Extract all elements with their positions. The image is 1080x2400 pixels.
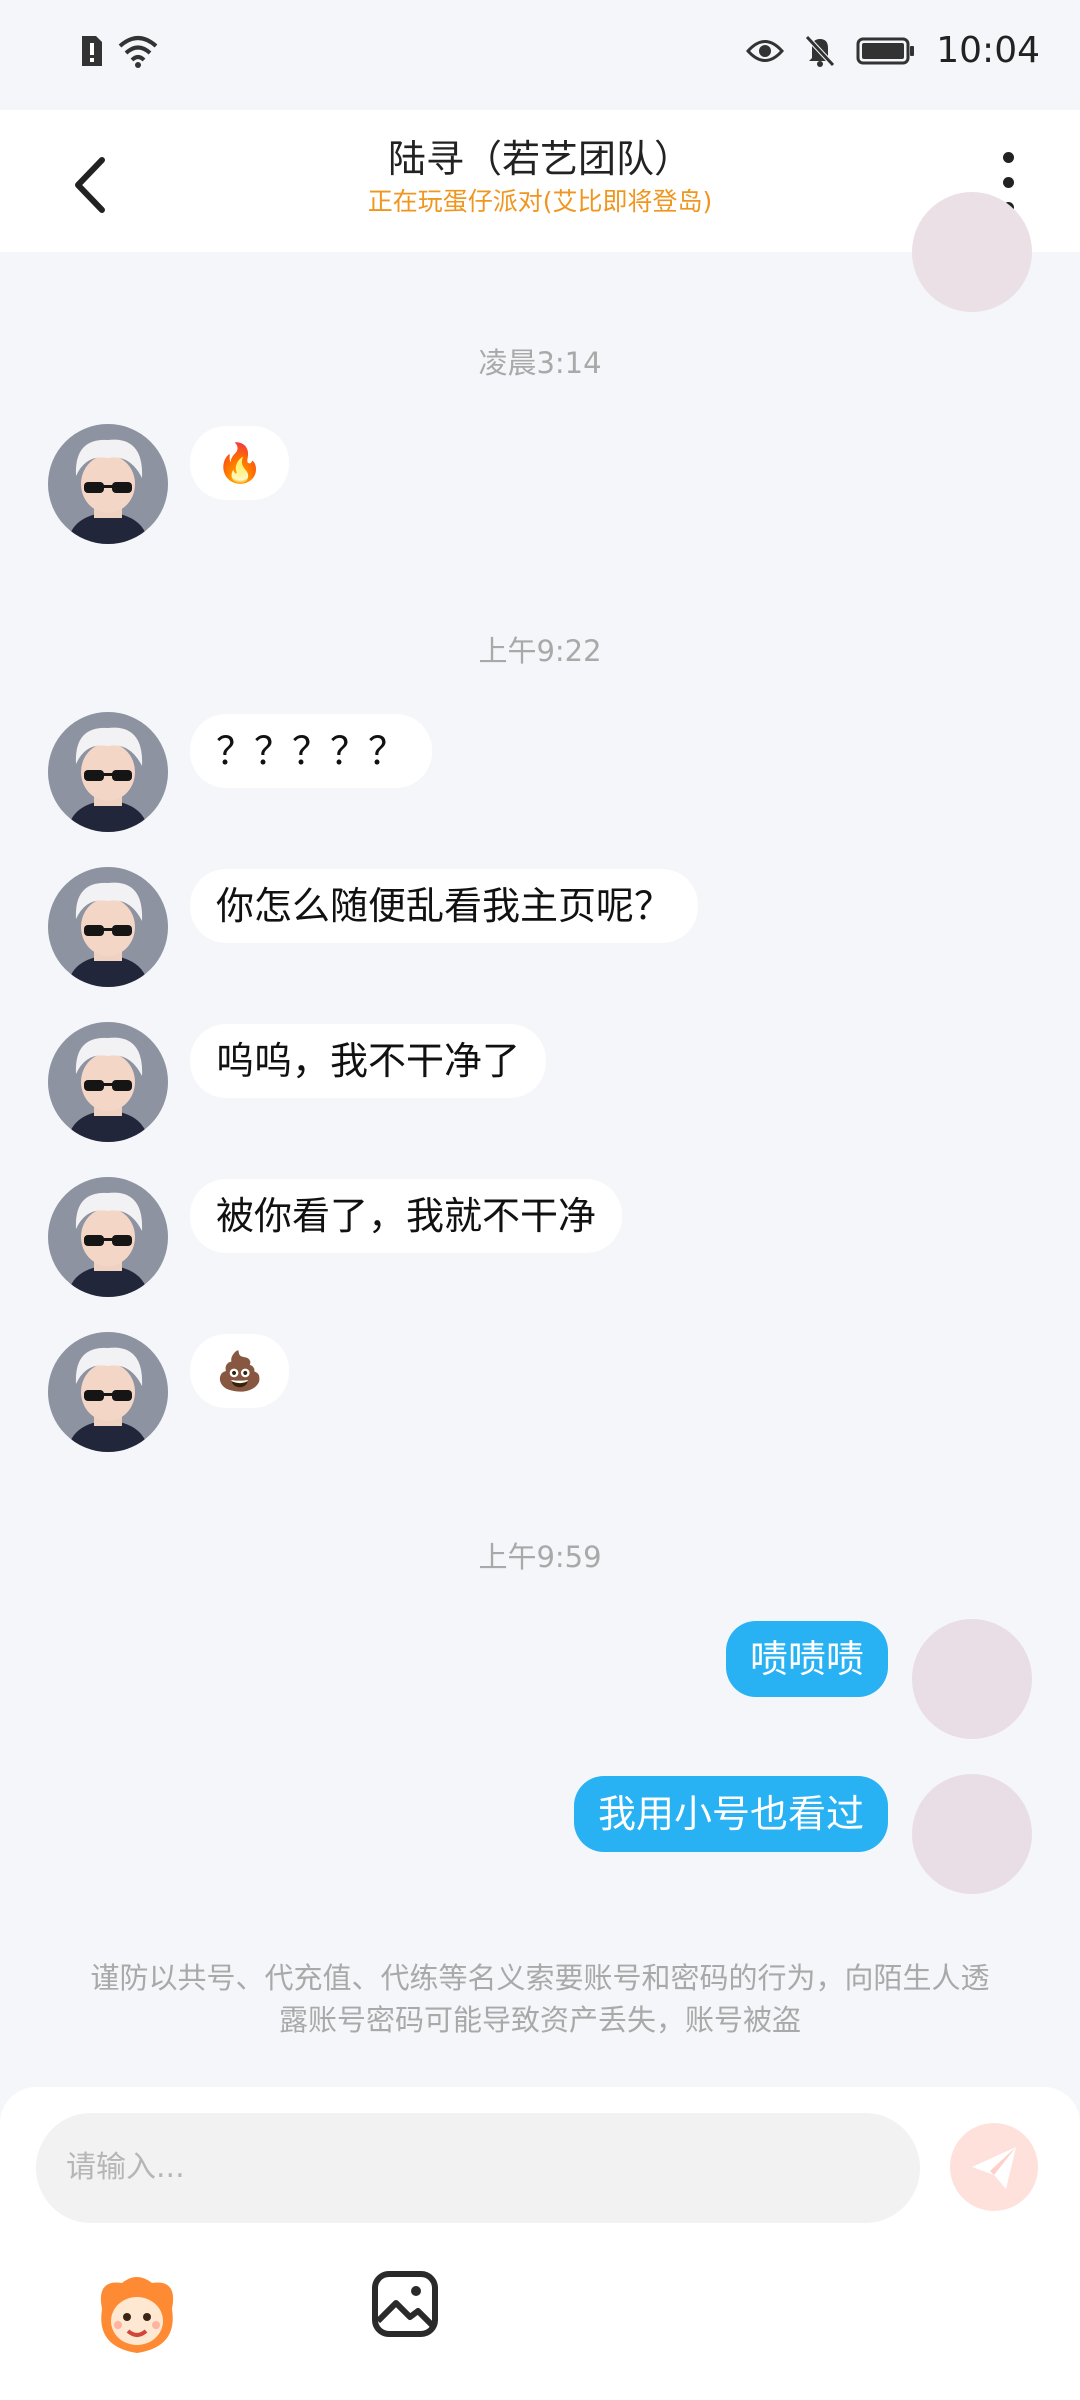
battery-icon [856,37,915,64]
status-bar: 10:04 [0,0,1080,110]
message-bubble[interactable]: 💩 [190,1334,290,1408]
mascot-emoji-icon [100,2277,174,2353]
message-input[interactable]: 请输入... [36,2113,920,2223]
message-incoming: 呜呜，我不干净了 [48,1022,547,1142]
send-button[interactable] [950,2123,1038,2211]
emoji-mascot-button[interactable] [92,2269,182,2359]
message-bubble[interactable]: 被你看了，我就不干净 [190,1179,623,1253]
message-bubble[interactable]: 呜呜，我不干净了 [190,1024,547,1098]
message-bubble-self[interactable]: 啧啧啧 [725,1621,888,1697]
message-outgoing: 啧啧啧 [725,1619,1032,1739]
message-incoming: 🔥 [48,424,290,544]
input-bar: 请输入... [0,2087,1080,2400]
sim-alert-icon [82,36,102,66]
bell-muted-icon [805,34,836,67]
timestamp: 凌晨3:14 [478,346,602,380]
message-incoming: 你怎么随便乱看我主页呢？ [48,867,699,987]
security-notice: 谨防以共号、代充值、代练等名义索要账号和密码的行为，向陌生人透露账号密码可能导致… [90,1961,990,2037]
contact-avatar[interactable] [48,1332,168,1452]
contact-avatar[interactable] [48,1022,168,1142]
my-avatar[interactable] [912,1774,1032,1894]
message-outgoing: 我用小号也看过 [573,1774,1032,1894]
send-icon [972,2147,1016,2189]
message-incoming: 被你看了，我就不干净 [48,1177,623,1297]
message-bubble-self[interactable]: 我用小号也看过 [573,1776,888,1852]
image-picker-button[interactable] [370,2269,440,2339]
my-avatar[interactable] [912,1619,1032,1739]
message-incoming: ？？？？？ [48,712,433,832]
status-time: 10:04 [936,30,1040,71]
message-bubble[interactable]: ？？？？？ [190,714,433,788]
my-avatar [912,192,1032,312]
chat-title: 陆寻（若艺团队） [387,137,692,181]
message-list[interactable]: 凌晨3:14 🔥 上午9:22 ？？？？？ 你怎么随便乱看我主页呢？ 呜呜，我不… [0,192,1080,2087]
image-icon [372,2271,438,2337]
contact-avatar[interactable] [48,712,168,832]
chat-status-subtitle: 正在玩蛋仔派对(艾比即将登岛) [367,187,713,216]
message-incoming: 💩 [48,1332,290,1452]
timestamp: 上午9:22 [478,634,602,668]
contact-avatar[interactable] [48,867,168,987]
contact-avatar[interactable] [48,1177,168,1297]
message-bubble[interactable]: 🔥 [190,426,290,500]
eye-icon [746,39,785,62]
wifi-icon [118,36,158,68]
message-bubble[interactable]: 你怎么随便乱看我主页呢？ [190,869,699,943]
timestamp: 上午9:59 [478,1540,602,1574]
contact-avatar[interactable] [48,424,168,544]
